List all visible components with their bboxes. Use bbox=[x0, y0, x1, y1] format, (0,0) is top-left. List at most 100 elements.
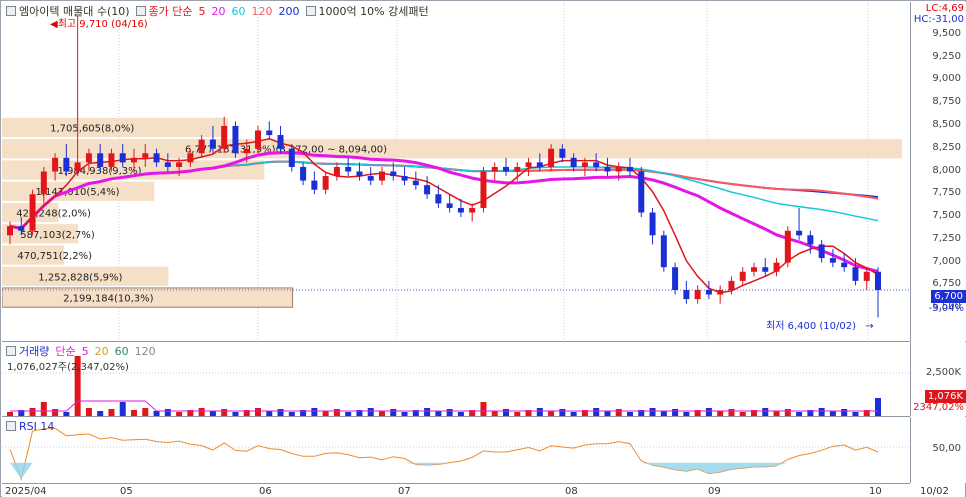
volume-bar bbox=[660, 411, 667, 416]
candle-body bbox=[514, 166, 521, 172]
candle-body bbox=[604, 166, 611, 172]
price-tick-label: 8,250 bbox=[932, 141, 961, 153]
volume-bar bbox=[142, 408, 149, 416]
price-axis[interactable]: LC:4,69 HC:-31,00 9,500 9,250 9,000 8,750 8,… bbox=[910, 2, 966, 341]
volume-profile-label: 1,252,828(5,9%) bbox=[38, 272, 122, 283]
price-tick-label: 6,750 bbox=[932, 278, 961, 290]
candle-body bbox=[153, 153, 160, 163]
candle-body bbox=[97, 153, 104, 167]
price-tick-label: 9,250 bbox=[932, 50, 961, 62]
candle-body bbox=[548, 148, 555, 167]
volume-bar bbox=[717, 411, 724, 416]
candle-body bbox=[142, 153, 149, 158]
legend-toggle-icon[interactable] bbox=[6, 6, 16, 16]
volume-profile-label: 587,103(2,7%) bbox=[20, 230, 95, 241]
volume-bar bbox=[480, 402, 487, 416]
legend-toggle-icon[interactable] bbox=[305, 6, 316, 16]
volume-bar bbox=[52, 409, 59, 416]
candle-body bbox=[243, 148, 250, 154]
candle-body bbox=[277, 135, 284, 149]
candle-body bbox=[232, 125, 239, 154]
volume-ma-line bbox=[10, 400, 878, 412]
candle-body bbox=[390, 171, 397, 177]
price-tick-label: 7,000 bbox=[932, 255, 961, 267]
candle-body bbox=[435, 194, 442, 204]
volume-bar bbox=[322, 411, 329, 416]
candle-body bbox=[52, 157, 59, 172]
candle-body bbox=[255, 130, 261, 149]
volume-profile-label: 429,248(2,0%) bbox=[16, 209, 91, 220]
hc-value: HC:-31,00 bbox=[913, 14, 964, 25]
price-tick-label: 9,500 bbox=[932, 27, 961, 39]
rsi-pane[interactable]: RSI 14 bbox=[2, 417, 910, 484]
vol-ma-20: 20 bbox=[94, 344, 109, 358]
candle-body bbox=[221, 125, 228, 149]
candle-body bbox=[311, 180, 318, 190]
volume-bar bbox=[198, 408, 205, 416]
candle-body bbox=[379, 171, 385, 181]
legend-toggle-icon[interactable] bbox=[6, 421, 16, 431]
volume-bar bbox=[818, 408, 825, 416]
candle-body bbox=[739, 271, 746, 281]
volume-last-pct: 2347,02% bbox=[913, 402, 964, 413]
volume-bar bbox=[784, 409, 791, 416]
candle-body bbox=[694, 289, 701, 300]
volume-bar bbox=[514, 412, 521, 416]
volume-bar bbox=[333, 409, 340, 416]
volume-bar bbox=[649, 408, 656, 416]
price-tick-label: 7,250 bbox=[932, 232, 961, 244]
candle-body bbox=[209, 139, 216, 149]
volume-profile-label: 2,199,184(10,3%) bbox=[63, 294, 154, 305]
volume-pane[interactable]: 거래량 단순 5 20 60 120 1,076,027주(2,347,02%) bbox=[2, 342, 910, 417]
volume-bar bbox=[548, 411, 555, 416]
candle-body bbox=[841, 262, 848, 268]
volume-bar bbox=[796, 412, 803, 416]
volume-bar bbox=[85, 408, 92, 416]
x-label-06: 06 bbox=[259, 486, 272, 497]
volume-bar bbox=[457, 412, 464, 416]
rsi-line bbox=[9, 427, 879, 481]
candle-body bbox=[345, 166, 352, 172]
candle-body bbox=[356, 171, 363, 177]
legend-toggle-icon[interactable] bbox=[6, 346, 16, 356]
volume-bar bbox=[232, 412, 239, 416]
chart-window: 2,199,184(10,3%) 1,252,828(5,9%) 470,751(2… bbox=[0, 0, 966, 497]
candle-body bbox=[875, 271, 881, 290]
ma-prefix: 종가 단순 bbox=[148, 5, 193, 18]
candle-body bbox=[412, 180, 419, 186]
candle-body bbox=[491, 166, 498, 172]
candle-body bbox=[559, 148, 566, 158]
price-tick-label: 8,750 bbox=[932, 96, 961, 108]
volume-bar bbox=[40, 402, 47, 416]
volume-bar bbox=[705, 408, 712, 416]
last-price-tag: 6,700 bbox=[931, 290, 966, 303]
candle-body bbox=[40, 171, 47, 195]
volume-bar bbox=[108, 409, 115, 416]
volume-bar bbox=[288, 412, 295, 416]
candle-body bbox=[457, 207, 464, 213]
candle-body bbox=[818, 244, 825, 259]
candle-body bbox=[74, 162, 81, 172]
last-change: -3,04% bbox=[928, 303, 964, 314]
volume-tick: 2,500K bbox=[925, 367, 961, 378]
rsi-tick: 50,00 bbox=[932, 443, 961, 454]
rsi-axis[interactable]: 50,00 bbox=[910, 417, 966, 483]
vol-ma-60: 60 bbox=[114, 344, 129, 358]
time-axis[interactable]: 2025/04 05 06 07 08 09 10 10/02 bbox=[2, 484, 965, 497]
volume-bar bbox=[119, 402, 126, 416]
candle-body bbox=[627, 166, 633, 172]
candle-body bbox=[536, 162, 543, 167]
candle-body bbox=[773, 262, 780, 272]
rsi-legend: RSI 14 bbox=[6, 419, 54, 433]
volume-bar bbox=[277, 409, 284, 416]
candle-body bbox=[288, 148, 295, 167]
candle-body bbox=[198, 139, 205, 154]
candle-body bbox=[570, 157, 577, 167]
volume-bar bbox=[593, 408, 600, 416]
volume-bar bbox=[209, 411, 216, 416]
volume-axis[interactable]: 2,500K 1,076K 2347,02% bbox=[910, 342, 966, 416]
price-pane[interactable]: 2,199,184(10,3%) 1,252,828(5,9%) 470,751(2… bbox=[2, 2, 910, 342]
candle-body bbox=[29, 194, 36, 231]
volume-bar bbox=[762, 408, 769, 416]
candle-body bbox=[503, 166, 509, 172]
